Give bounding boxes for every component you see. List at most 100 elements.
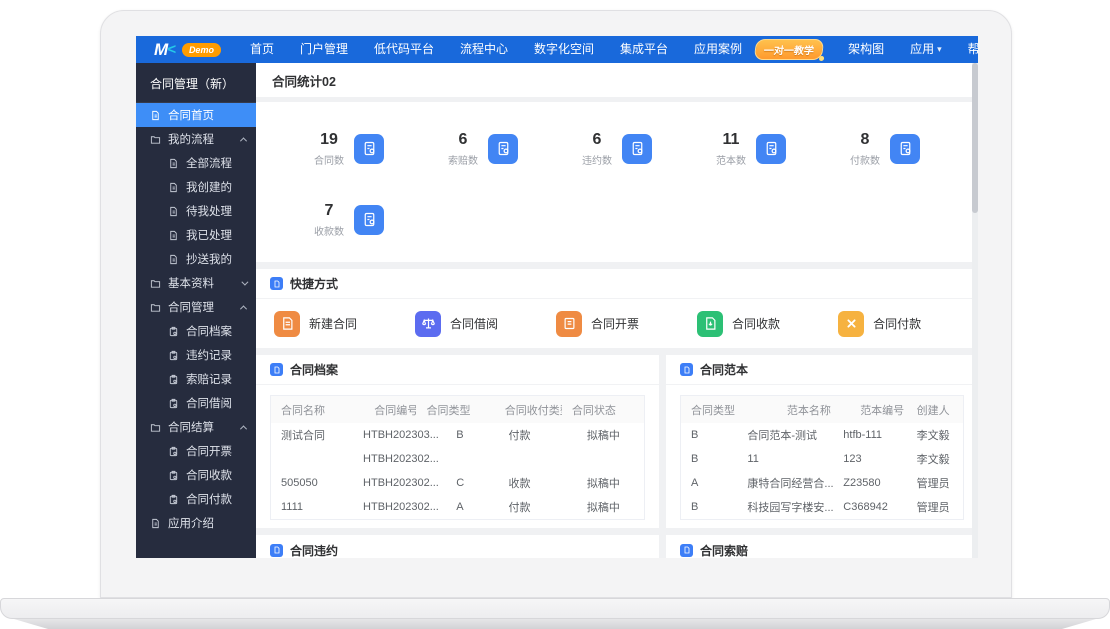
nav-menu-item[interactable]: 应用案例 — [681, 36, 755, 63]
page-title: 合同统计02 — [256, 63, 978, 97]
stat-card: 6 索赔数 — [416, 126, 550, 171]
laptop-base — [0, 598, 1110, 619]
section-title: 合同违约 — [290, 542, 338, 559]
table-row[interactable]: 测试合同 HTBH202303... B 付款 拟稿中 — [271, 423, 644, 447]
scrollbar-track[interactable] — [972, 63, 978, 558]
section-title: 合同范本 — [700, 361, 748, 378]
laptop-mockup: M < Demo 首页 门户管理 低代码平台 流程中心 数字化空间 — [0, 0, 1110, 629]
stat-label: 范本数 — [716, 152, 746, 167]
contract-icon — [280, 316, 295, 331]
column-header: 合同编号 — [364, 402, 416, 418]
sidebar-item[interactable]: 合同收款 — [136, 463, 256, 487]
quick-action[interactable]: 合同借阅 — [415, 311, 498, 337]
quick-actions-section: 快捷方式 — [256, 269, 978, 348]
document-icon — [150, 110, 161, 121]
sidebar-item[interactable]: 我的流程 — [136, 127, 256, 151]
stat-value: 19 — [314, 130, 344, 149]
sidebar-item[interactable]: 合同首页 — [136, 103, 256, 127]
sidebar-item[interactable]: 基本资料 — [136, 271, 256, 295]
stat-card: 6 违约数 — [550, 126, 684, 171]
invoice-icon — [562, 316, 577, 331]
sidebar-item[interactable]: 抄送我的 — [136, 247, 256, 271]
stat-card: 8 付款数 — [818, 126, 952, 171]
file-gear-icon — [622, 134, 652, 164]
sidebar-item[interactable]: 全部流程 — [136, 151, 256, 175]
nav-right-item[interactable]: 应用 ▾ — [897, 36, 955, 63]
stat-label: 索赔数 — [448, 152, 478, 167]
sidebar-item[interactable]: 合同付款 — [136, 487, 256, 511]
file-gear-icon — [756, 134, 786, 164]
sidebar-item[interactable]: 合同管理 — [136, 295, 256, 319]
table-row[interactable]: B 科技园写字楼安... C368942 管理员 — [681, 495, 963, 519]
contract-template-section: 合同范本 合同类型范本名称范本编号创建人 B — [666, 355, 978, 528]
column-header: 合同名称 — [271, 402, 364, 418]
brand-logo[interactable]: M < Demo — [154, 40, 221, 60]
stat-label: 违约数 — [582, 152, 612, 167]
column-header: 范本编号 — [850, 402, 906, 418]
nav-right-item[interactable]: 架构图 — [835, 36, 897, 63]
sidebar-item[interactable]: 合同档案 — [136, 319, 256, 343]
stat-value: 7 — [314, 201, 344, 220]
table-row[interactable]: HTBH202302... — [271, 447, 644, 471]
stat-label: 收款数 — [314, 223, 344, 238]
sidebar-item[interactable]: 索赔记录 — [136, 367, 256, 391]
table-row[interactable]: A 康特合同经营合... Z23580 管理员 — [681, 471, 963, 495]
sidebar-item[interactable]: 应用介绍 — [136, 511, 256, 535]
document-icon — [168, 230, 179, 241]
sidebar-item[interactable]: 我已处理 — [136, 223, 256, 247]
nav-menu-item[interactable]: 流程中心 — [447, 36, 521, 63]
file-gear-icon — [354, 134, 384, 164]
file-gear-icon — [890, 134, 920, 164]
sidebar-item[interactable]: 我创建的 — [136, 175, 256, 199]
table-row[interactable]: B 11 123 李文毅 — [681, 447, 963, 471]
sidebar-item[interactable]: 合同结算 — [136, 415, 256, 439]
section-title: 快捷方式 — [290, 275, 338, 292]
section-title: 合同索赔 — [700, 542, 748, 559]
folder-icon — [150, 302, 161, 313]
nav-menu-item[interactable]: 门户管理 — [287, 36, 361, 63]
receive-doc-icon — [703, 316, 718, 331]
section-icon — [680, 544, 693, 557]
sidebar-item[interactable]: 待我处理 — [136, 199, 256, 223]
laptop-bezel: M < Demo 首页 门户管理 低代码平台 流程中心 数字化空间 — [100, 10, 1012, 598]
document-icon — [168, 182, 179, 193]
clipboard-icon — [168, 446, 179, 457]
logo-text: M — [154, 40, 167, 60]
contract-breach-section: 合同违约 — [256, 535, 659, 558]
chevron-up-icon — [240, 305, 247, 312]
quick-action[interactable]: 合同收款 — [697, 311, 780, 337]
chevron-up-icon — [240, 425, 247, 432]
clipboard-icon — [168, 494, 179, 505]
table-row[interactable]: 1111 HTBH202302... A 付款 拟稿中 — [271, 495, 644, 519]
stat-value: 8 — [850, 130, 880, 149]
folder-icon — [150, 422, 161, 433]
sidebar-item[interactable]: 违约记录 — [136, 343, 256, 367]
table-row[interactable]: B 合同范本-测试 htfb-111 李文毅 — [681, 423, 963, 447]
scrollbar-thumb[interactable] — [972, 63, 978, 213]
quick-action[interactable]: 合同开票 — [556, 311, 639, 337]
sidebar-item[interactable]: 合同开票 — [136, 439, 256, 463]
quick-action[interactable]: 合同付款 — [838, 311, 921, 337]
table-row[interactable]: 505050 HTBH202302... C 收款 拟稿中 — [271, 471, 644, 495]
promo-badge[interactable]: 一对一教学 — [754, 39, 824, 60]
document-icon — [150, 518, 161, 529]
scales-icon — [421, 316, 436, 331]
nav-menu-item[interactable]: 首页 — [237, 36, 287, 63]
stat-value: 6 — [582, 130, 612, 149]
nav-right-item[interactable]: 帮助 ▾ — [955, 36, 978, 63]
contract-claim-section: 合同索赔 — [666, 535, 978, 558]
nav-menu-item[interactable]: 集成平台 — [607, 36, 681, 63]
stat-label: 合同数 — [314, 152, 344, 167]
column-header: 创建人 — [907, 402, 950, 418]
section-title: 合同档案 — [290, 361, 338, 378]
demo-badge: Demo — [182, 43, 221, 57]
folder-icon — [150, 134, 161, 145]
folder-icon — [150, 278, 161, 289]
sidebar-item[interactable]: 合同借阅 — [136, 391, 256, 415]
sidebar-title: 合同管理（新） — [136, 63, 256, 103]
section-icon — [270, 544, 283, 557]
clipboard-icon — [168, 326, 179, 337]
quick-action[interactable]: 新建合同 — [274, 311, 357, 337]
nav-menu-item[interactable]: 数字化空间 — [521, 36, 607, 63]
nav-menu-item[interactable]: 低代码平台 — [361, 36, 447, 63]
